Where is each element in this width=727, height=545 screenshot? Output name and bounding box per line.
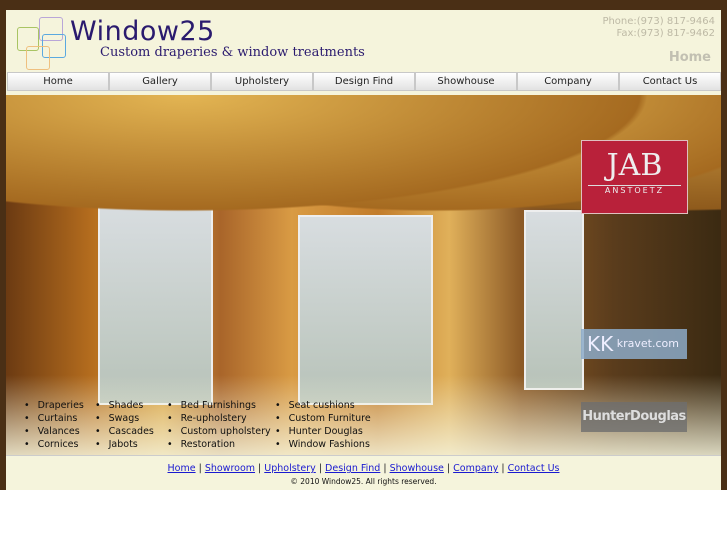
service-item: Draperies — [24, 399, 84, 412]
service-item: Cascades — [95, 425, 154, 438]
main-nav: Home Gallery Upholstery Design Find Show… — [7, 72, 721, 91]
kravet-text: kravet.com — [616, 337, 679, 350]
footer-links: Home | Showroom | Upholstery | Design Fi… — [167, 463, 560, 474]
footer-link-home[interactable]: Home — [168, 463, 196, 474]
nav-gallery[interactable]: Gallery — [109, 72, 211, 91]
nav-showhouse[interactable]: Showhouse — [415, 72, 517, 91]
footer-link-upholstery[interactable]: Upholstery — [264, 463, 316, 474]
footer-link-contact-us[interactable]: Contact Us — [508, 463, 560, 474]
service-item: Window Fashions — [275, 438, 371, 451]
copyright: © 2010 Window25. All rights reserved. — [290, 477, 437, 486]
nav-company[interactable]: Company — [517, 72, 619, 91]
fax-number: Fax:(973) 817-9462 — [616, 28, 715, 39]
service-item: Curtains — [24, 412, 84, 425]
nav-home[interactable]: Home — [7, 72, 109, 91]
jab-sub-text: ANSTOETZ — [588, 185, 681, 195]
service-item: Re-upholstery — [167, 412, 271, 425]
footer-link-design-find[interactable]: Design Find — [325, 463, 380, 474]
services-list: ShadesSwagsCascadesJabots — [95, 399, 154, 451]
footer-link-showhouse[interactable]: Showhouse — [390, 463, 444, 474]
nav-contact-us[interactable]: Contact Us — [619, 72, 721, 91]
footer-link-showroom[interactable]: Showroom — [205, 463, 255, 474]
service-item: Bed Furnishings — [167, 399, 271, 412]
jab-text: JAB — [606, 148, 663, 183]
brand-name: Window25 — [70, 16, 215, 47]
service-item: Custom upholstery — [167, 425, 271, 438]
service-item: Swags — [95, 412, 154, 425]
service-item: Seat cushions — [275, 399, 371, 412]
footer: Home | Showroom | Upholstery | Design Fi… — [6, 463, 721, 486]
services-list: DraperiesCurtainsValancesCornices — [24, 399, 84, 451]
hero-image: JAB ANSTOETZ KK kravet.com HunterDouglas … — [6, 95, 721, 455]
service-item: Cornices — [24, 438, 84, 451]
tagline: Custom draperies & window treatments — [100, 45, 365, 60]
phone-number: Phone:(973) 817-9464 — [602, 16, 715, 27]
hunter-douglas-logo[interactable]: HunterDouglas — [581, 402, 687, 432]
service-item: Custom Furniture — [275, 412, 371, 425]
page-frame: Window25 Custom draperies & window treat… — [6, 10, 721, 490]
services-list: Bed FurnishingsRe-upholsteryCustom uphol… — [167, 399, 271, 451]
kravet-logo[interactable]: KK kravet.com — [581, 329, 687, 359]
footer-link-company[interactable]: Company — [453, 463, 498, 474]
service-item: Valances — [24, 425, 84, 438]
jab-anstoetz-logo[interactable]: JAB ANSTOETZ — [581, 140, 688, 214]
nav-design-find[interactable]: Design Find — [313, 72, 415, 91]
service-item: Restoration — [167, 438, 271, 451]
page-title: Home — [668, 50, 711, 65]
service-item: Jabots — [95, 438, 154, 451]
divider — [6, 455, 721, 456]
service-item: Hunter Douglas — [275, 425, 371, 438]
nav-upholstery[interactable]: Upholstery — [211, 72, 313, 91]
header: Window25 Custom draperies & window treat… — [6, 10, 721, 72]
service-item: Shades — [95, 399, 154, 412]
logo-square-icon — [26, 46, 50, 70]
window-pane — [524, 210, 584, 390]
services-list: Seat cushionsCustom FurnitureHunter Doug… — [275, 399, 371, 451]
kravet-mark: KK — [587, 332, 614, 356]
